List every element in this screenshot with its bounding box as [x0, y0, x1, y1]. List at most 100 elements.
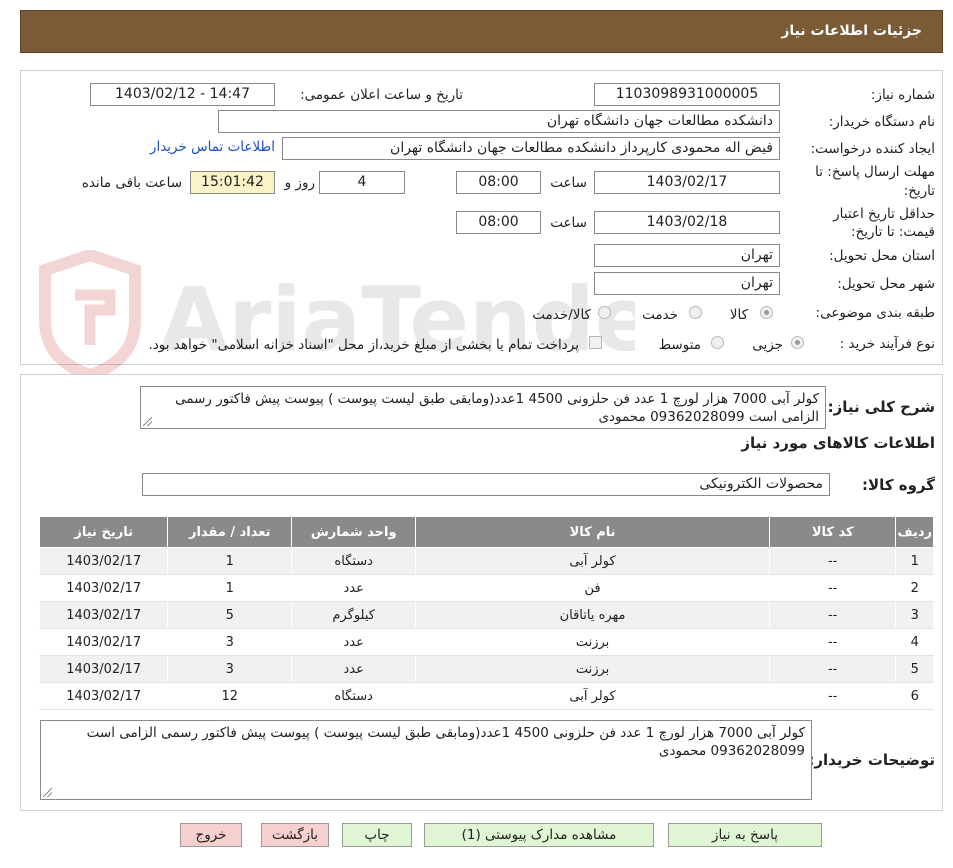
buyer-notes-textarea[interactable]: کولر آبی 7000 هزار لورچ 1 عدد فن حلزونی …	[40, 720, 812, 800]
process-minor-label: جزیی	[752, 337, 783, 353]
process-radio-medium[interactable]	[711, 336, 724, 349]
header-quantity: تعداد / مقدار	[167, 516, 293, 548]
cell-row-number: 4	[895, 628, 934, 656]
table-row: 4 -- برزنت عدد 3 1403/02/17	[38, 628, 934, 656]
cell-need-date: 1403/02/17	[38, 682, 169, 710]
province-field: تهران	[594, 244, 780, 267]
cell-item-code: --	[768, 574, 897, 602]
process-radio-minor[interactable]	[791, 336, 804, 349]
table-header-row: ردیف کد کالا نام کالا واحد شمارش تعداد /…	[38, 516, 934, 548]
cell-quantity: 3	[167, 655, 293, 683]
city-label: شهر محل تحویل:	[837, 276, 935, 292]
back-button[interactable]: بازگشت	[261, 823, 329, 847]
treasury-payment-checkbox[interactable]	[589, 336, 602, 349]
table-row: 6 -- کولر آبی دستگاه 12 1403/02/17	[38, 682, 934, 710]
deadline-time-label: ساعت	[550, 175, 587, 191]
validity-time-label: ساعت	[550, 215, 587, 231]
cell-quantity: 12	[167, 682, 293, 710]
deadline-date-field: 1403/02/17	[594, 171, 780, 194]
remaining-label: ساعت باقی مانده	[81, 175, 182, 191]
cell-quantity: 3	[167, 628, 293, 656]
cell-item-name: برزنت	[415, 628, 770, 656]
summary-textarea[interactable]: کولر آبی 7000 هزار لورچ 1 عدد فن حلزونی …	[140, 386, 826, 429]
process-label: نوع فرآیند خرید :	[839, 336, 935, 352]
province-label: استان محل تحویل:	[829, 248, 935, 264]
items-table: ردیف کد کالا نام کالا واحد شمارش تعداد /…	[38, 516, 934, 710]
cell-item-code: --	[768, 601, 897, 629]
cell-need-date: 1403/02/17	[38, 628, 169, 656]
goods-group-field: محصولات الکترونیکی	[142, 473, 830, 496]
buyer-org-field: دانشکده مطالعات جهان دانشگاه تهران	[218, 110, 780, 133]
header-need-date: تاریخ نیاز	[38, 516, 169, 548]
remaining-time-field: 15:01:42	[190, 171, 275, 194]
city-field: تهران	[594, 272, 780, 295]
reply-button[interactable]: پاسخ به نیاز	[668, 823, 822, 847]
cell-row-number: 6	[895, 682, 934, 710]
creator-field: فیض اله محمودی کارپرداز دانشکده مطالعات …	[282, 137, 780, 160]
items-table-container: ردیف کد کالا نام کالا واحد شمارش تعداد /…	[38, 516, 934, 710]
cell-quantity: 1	[167, 574, 293, 602]
print-button[interactable]: چاپ	[342, 823, 412, 847]
cell-row-number: 5	[895, 655, 934, 683]
header-item-name: نام کالا	[415, 516, 770, 548]
category-radio-goods-service[interactable]	[598, 306, 611, 319]
header-row-number: ردیف	[895, 516, 934, 548]
category-radio-service[interactable]	[689, 306, 702, 319]
category-label: طبقه بندی موضوعی:	[815, 305, 935, 321]
cell-need-date: 1403/02/17	[38, 655, 169, 683]
deadline-time-field: 08:00	[456, 171, 541, 194]
process-medium-label: متوسط	[658, 337, 701, 353]
summary-text: کولر آبی 7000 هزار لورچ 1 عدد فن حلزونی …	[175, 391, 819, 425]
cell-item-code: --	[768, 628, 897, 656]
cell-row-number: 1	[895, 547, 934, 575]
cell-item-name: برزنت	[415, 655, 770, 683]
cell-item-code: --	[768, 547, 897, 575]
category-goods-service-label: کالا/خدمت	[532, 307, 591, 323]
cell-unit: دستگاه	[291, 682, 417, 710]
need-number-label: شماره نیاز:	[870, 87, 935, 103]
table-row: 5 -- برزنت عدد 3 1403/02/17	[38, 655, 934, 683]
contact-buyer-link[interactable]: اطلاعات تماس خریدار	[150, 139, 275, 155]
resize-grip-icon[interactable]	[143, 417, 152, 426]
table-row: 2 -- فن عدد 1 1403/02/17	[38, 574, 934, 602]
announce-field: 1403/02/12 - 14:47	[90, 83, 275, 106]
table-row: 1 -- کولر آبی دستگاه 1 1403/02/17	[38, 547, 934, 575]
days-remaining-field: 4	[319, 171, 405, 194]
header-item-code: کد کالا	[768, 516, 897, 548]
goods-group-label: گروه کالا:	[862, 476, 935, 494]
cell-item-code: --	[768, 655, 897, 683]
deadline-label-1: مهلت ارسال پاسخ: تا	[815, 164, 935, 180]
validity-label-2: قیمت: تا تاریخ:	[851, 224, 935, 240]
cell-row-number: 3	[895, 601, 934, 629]
buyer-notes-text: کولر آبی 7000 هزار لورچ 1 عدد فن حلزونی …	[86, 725, 805, 759]
cell-quantity: 5	[167, 601, 293, 629]
validity-time-field: 08:00	[456, 211, 541, 234]
goods-info-heading: اطلاعات کالاهای مورد نیاز	[741, 434, 935, 452]
cell-unit: دستگاه	[291, 547, 417, 575]
cell-row-number: 2	[895, 574, 934, 602]
category-goods-label: کالا	[729, 307, 748, 323]
buyer-notes-label: توضیحات خریدار:	[808, 751, 935, 769]
cell-quantity: 1	[167, 547, 293, 575]
cell-item-name: مهره یاتاقان	[415, 601, 770, 629]
category-service-label: خدمت	[642, 307, 678, 323]
exit-button[interactable]: خروج	[180, 823, 242, 847]
cell-item-name: کولر آبی	[415, 547, 770, 575]
cell-unit: عدد	[291, 628, 417, 656]
deadline-label-2: تاریخ:	[903, 183, 935, 199]
cell-unit: عدد	[291, 655, 417, 683]
view-attachments-button[interactable]: مشاهده مدارک پیوستی (1)	[424, 823, 654, 847]
validity-date-field: 1403/02/18	[594, 211, 780, 234]
category-radio-goods[interactable]	[760, 306, 773, 319]
announce-label: تاریخ و ساعت اعلان عمومی:	[300, 87, 463, 103]
cell-item-name: کولر آبی	[415, 682, 770, 710]
creator-label: ایجاد کننده درخواست:	[810, 141, 935, 157]
days-label: روز و	[284, 175, 315, 191]
resize-grip-icon[interactable]	[43, 788, 52, 797]
page-title: جزئیات اطلاعات نیاز	[20, 10, 943, 53]
cell-need-date: 1403/02/17	[38, 601, 169, 629]
summary-label: شرح کلی نیاز:	[827, 398, 935, 416]
validity-label-1: حداقل تاریخ اعتبار	[833, 206, 935, 222]
cell-need-date: 1403/02/17	[38, 574, 169, 602]
cell-item-code: --	[768, 682, 897, 710]
